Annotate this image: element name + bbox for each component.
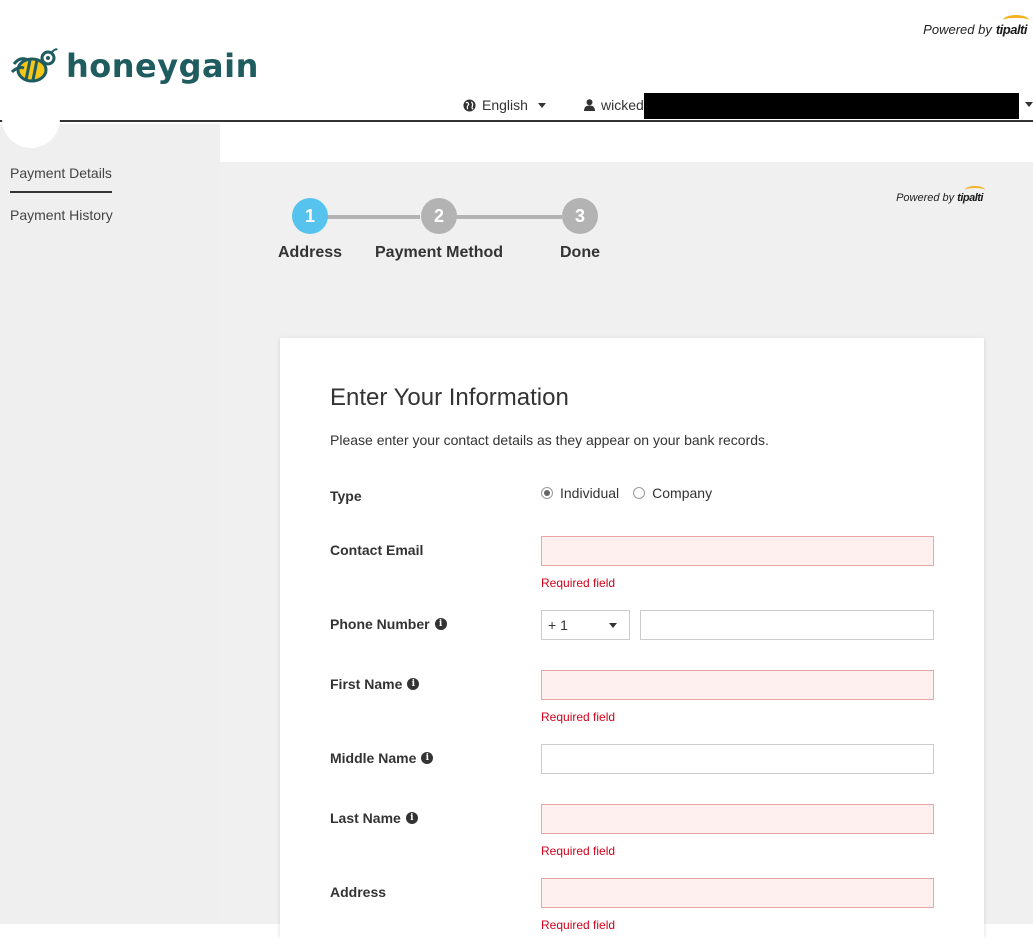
company-radio[interactable]: [633, 487, 646, 499]
address-label: Address: [330, 884, 387, 900]
sidebar: Payment Details Payment History: [0, 102, 220, 924]
redacted-block: [644, 93, 1019, 119]
middle-name-label: Middle Name i: [330, 750, 434, 766]
top-header: Powered by tipalti honeygain English wic…: [0, 0, 1033, 122]
tipalti-logo: tipalti: [957, 186, 985, 204]
chevron-down-icon: [609, 622, 617, 628]
step-connector: [314, 215, 420, 219]
phone-code-value: + 1: [548, 617, 568, 633]
first-name-field[interactable]: [541, 670, 934, 700]
company-radio-label[interactable]: Company: [652, 485, 712, 501]
globe-icon: [463, 98, 476, 112]
powered-by-tipalti-main: Powered by tipalti: [896, 186, 985, 204]
main-content: Powered by tipalti 1 2 3 Address Payment…: [220, 124, 1033, 938]
info-icon[interactable]: i: [407, 678, 420, 690]
middle-name-field[interactable]: [541, 744, 934, 774]
powered-by-text: Powered by: [896, 192, 955, 204]
phone-number-field[interactable]: [640, 610, 934, 640]
sidebar-item-payment-history[interactable]: Payment History: [10, 207, 113, 223]
tipalti-logo: tipalti: [996, 15, 1029, 37]
last-name-error: Required field: [541, 844, 616, 858]
avatar: [2, 102, 60, 148]
user-icon: [584, 99, 595, 111]
step-connector: [456, 215, 562, 219]
user-menu-chevron-down-icon[interactable]: [1025, 102, 1033, 107]
form-title: Enter Your Information: [330, 384, 569, 411]
step-3-label: Done: [560, 244, 600, 261]
contact-email-error: Required field: [541, 576, 616, 590]
phone-number-label: Phone Number i: [330, 616, 447, 632]
language-selector[interactable]: English: [463, 97, 546, 113]
language-label: English: [482, 97, 528, 113]
type-label: Type: [330, 488, 362, 504]
chevron-down-icon: [537, 102, 546, 108]
info-icon[interactable]: i: [434, 618, 447, 630]
powered-by-tipalti: Powered by tipalti: [923, 15, 1029, 37]
step-1-label: Address: [277, 244, 343, 261]
contact-email-field[interactable]: [541, 536, 934, 566]
bee-icon: [10, 48, 58, 83]
contact-email-label: Contact Email: [330, 542, 424, 558]
information-form-card: Enter Your Information Please enter your…: [280, 338, 984, 938]
last-name-field[interactable]: [541, 804, 934, 834]
step-2-label: Payment Method: [374, 244, 504, 261]
individual-radio-label[interactable]: Individual: [560, 485, 619, 501]
address-error: Required field: [541, 918, 616, 932]
honeygain-logo[interactable]: honeygain: [10, 46, 259, 86]
last-name-label: Last Name i: [330, 810, 418, 826]
progress-stepper: 1 2 3 Address Payment Method Done: [278, 198, 608, 268]
first-name-error: Required field: [541, 710, 616, 724]
info-icon[interactable]: i: [421, 752, 434, 764]
step-2-circle: 2: [421, 198, 457, 234]
payment-panel: Powered by tipalti 1 2 3 Address Payment…: [220, 162, 1033, 938]
type-radio-group: Individual Company: [541, 485, 712, 501]
sidebar-item-payment-details[interactable]: Payment Details: [10, 165, 112, 193]
username-label: wicked: [601, 97, 644, 113]
individual-radio[interactable]: [541, 487, 553, 499]
info-icon[interactable]: i: [405, 812, 418, 824]
powered-by-text: Powered by: [923, 22, 992, 37]
first-name-label: First Name i: [330, 676, 420, 692]
address-field[interactable]: [541, 878, 934, 908]
logo-wordmark: honeygain: [66, 47, 259, 85]
step-1-circle: 1: [292, 198, 328, 234]
step-3-circle: 3: [562, 198, 598, 234]
form-subtitle: Please enter your contact details as the…: [330, 432, 769, 448]
user-menu[interactable]: wicked: [584, 97, 644, 113]
phone-country-code-select[interactable]: + 1: [541, 610, 630, 640]
